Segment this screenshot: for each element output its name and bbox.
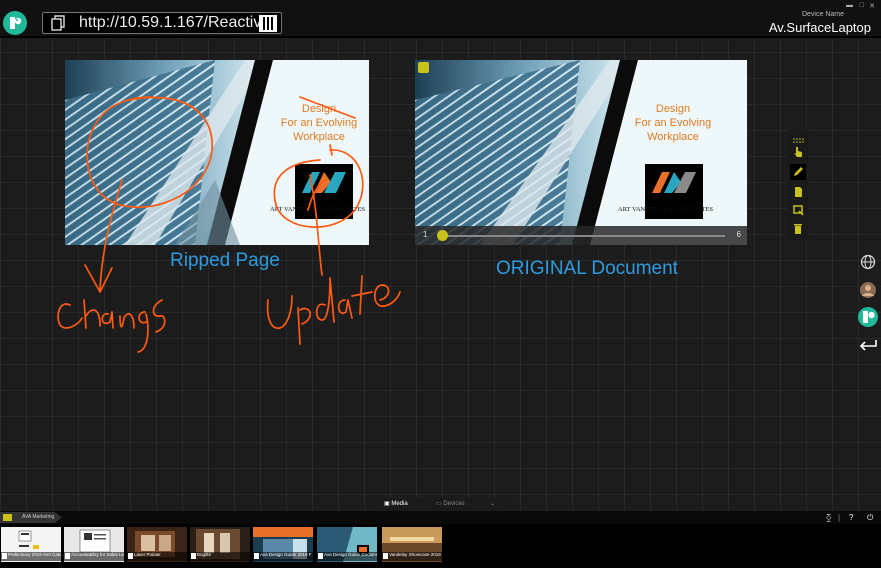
original-document-slide[interactable]: Design For an Evolving Workplace ART VAN… xyxy=(415,60,747,245)
bottom-bar xyxy=(0,511,881,524)
scrubber-handle[interactable] xyxy=(437,230,448,241)
ink-word-update xyxy=(266,275,401,345)
scrubber-start: 1 xyxy=(423,230,428,239)
media-devices-tabs: ▣ Media ▭ Devices ⌄ xyxy=(374,498,506,511)
minimize-icon[interactable]: ▬ xyxy=(846,2,853,9)
crop-tool-icon[interactable] xyxy=(790,202,806,218)
maximize-icon[interactable]: □ xyxy=(860,2,864,9)
slide-title-line2: For an Evolving xyxy=(280,117,358,129)
tab-devices-label: Devices xyxy=(443,501,465,507)
thumbnail-label: Accountability for Sales Leaders xyxy=(64,552,124,561)
document-tool-icon[interactable] xyxy=(790,184,806,200)
pointer-hand-icon[interactable] xyxy=(790,144,806,160)
qr-code-icon[interactable] xyxy=(259,15,277,32)
original-document-caption: ORIGINAL Document xyxy=(496,258,678,279)
url-text: http://10.59.1.167/Reactiv/ xyxy=(79,14,261,31)
bottom-divider: | xyxy=(838,513,841,522)
ripped-page-caption: Ripped Page xyxy=(170,250,280,271)
tab-devices[interactable]: ▭ Devices xyxy=(436,500,465,507)
folder-breadcrumb[interactable]: AVA Marketing xyxy=(0,512,62,523)
signal-icon[interactable]: ⧰ xyxy=(826,513,832,523)
app-logo-icon[interactable] xyxy=(3,11,27,35)
globe-icon[interactable] xyxy=(857,251,879,273)
ink-word-change xyxy=(57,299,166,353)
top-bar-divider xyxy=(0,36,881,38)
pen-icon[interactable] xyxy=(790,164,806,180)
slide-title-line1: Design xyxy=(655,103,691,115)
lock-icon[interactable] xyxy=(418,62,429,73)
return-arrow-icon[interactable] xyxy=(857,334,879,356)
slide-background xyxy=(415,60,747,245)
media-tab-icon: ▣ xyxy=(384,501,390,507)
folder-icon xyxy=(3,514,12,521)
thumbnail-label: Brigitte xyxy=(190,552,250,561)
slide-title-line1: Design xyxy=(301,103,337,115)
ripped-page-slide[interactable]: Design For an Evolving Workplace ART VAN… xyxy=(65,60,369,245)
scrubber-track[interactable] xyxy=(439,235,725,237)
page-scrubber[interactable]: 1 6 xyxy=(415,226,747,245)
user-avatar-icon[interactable] xyxy=(857,279,879,301)
thumbnail-label: Vandelay Showcase 2019 xyxy=(382,552,442,561)
slide-title-line2: For an Evolving xyxy=(634,117,712,129)
trash-icon[interactable] xyxy=(790,221,806,237)
power-icon[interactable]: ⏻ xyxy=(867,513,873,523)
slide-title-line3: Workplace xyxy=(647,131,699,143)
scrubber-end: 6 xyxy=(736,230,741,239)
close-icon[interactable]: ✕ xyxy=(869,2,875,10)
folder-name: AVA Marketing xyxy=(22,514,55,520)
monitor-icon: ▭ xyxy=(436,501,442,507)
annotation-toolbar xyxy=(787,130,809,240)
company-name: ART VANDELAY & ASSOCIATES xyxy=(618,206,714,213)
url-bar[interactable]: http://10.59.1.167/Reactiv/ xyxy=(42,12,282,34)
thumbnail-label: Laser Pointer xyxy=(127,552,187,561)
slide-title: Design For an Evolving Workplace xyxy=(623,102,723,144)
slide-title-line3: Workplace xyxy=(293,131,345,143)
slide-title: Design For an Evolving Workplace xyxy=(269,102,369,144)
company-name: ART VANDELAY & ASSOCIATES xyxy=(270,206,366,213)
thumbnail-label: Ava Design Guide 2019 F xyxy=(253,552,313,561)
thumbnail-label: Preliminary 2019 AVA Catalog xyxy=(1,552,61,561)
document-icon xyxy=(51,15,65,31)
device-name: Av.SurfaceLaptop xyxy=(768,20,871,35)
device-name-label: Device Name xyxy=(801,11,844,18)
help-button[interactable]: ? xyxy=(849,513,853,522)
thumbnail-label: Ava Design Guide Document xyxy=(317,552,377,561)
chevron-down-icon[interactable]: ⌄ xyxy=(490,500,495,507)
tab-media-label: Media xyxy=(391,501,408,507)
app-logo-icon[interactable] xyxy=(857,306,879,328)
slide-background xyxy=(65,60,369,245)
tab-media[interactable]: ▣ Media xyxy=(384,500,408,507)
